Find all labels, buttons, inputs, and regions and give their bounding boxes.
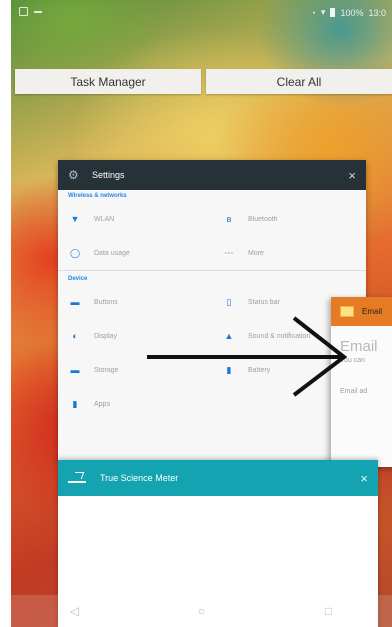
notification-icon [34,10,42,13]
setting-item-label: Battery [248,366,271,374]
setting-item-storage[interactable]: ▬ Storage [58,353,212,387]
data-usage-icon: ◯ [69,247,81,258]
buttons-icon: ▬ [70,297,80,307]
section-divider [58,270,366,271]
clock: 13:0 [368,7,386,18]
email-address-label: Email ad [340,388,368,395]
display-icon: ◐ [72,331,78,341]
email-heading: Email [340,338,378,355]
device-settings-grid: ▬ Buttons ▯ Status bar ◐ Display ▲ Sound… [58,285,366,421]
battery-status-icon [330,8,336,17]
setting-item-wlan[interactable]: ▼ WLAN [58,202,212,236]
storage-icon: ▬ [70,365,80,375]
setting-item-label: Sound & notification [248,332,311,340]
setting-item-label: Apps [94,400,110,408]
status-bar: ◔ ▾ 100% 13:0 [11,0,392,26]
gear-icon: ⚙ [68,168,79,182]
apps-icon: ▮ [72,398,78,409]
close-icon[interactable]: × [348,168,356,183]
setting-item-more[interactable]: ⋯ More [212,236,366,270]
tsm-card-header: True Science Meter × [58,460,378,496]
tsm-card-title: True Science Meter [100,473,179,483]
battery-icon: ▮ [226,364,232,375]
setting-item-apps[interactable]: ▮ Apps [58,387,212,421]
email-card-title: Email [362,307,383,316]
setting-item-label: Buttons [94,298,118,306]
settings-app-card[interactable]: ⚙ Settings × Wireless & networks ▼ WLAN … [58,160,366,460]
setting-item-bluetooth[interactable]: ʙ Bluetooth [212,202,366,236]
setting-item-label: Data usage [94,249,130,257]
settings-card-title: Settings [92,170,125,180]
wireless-settings-grid: ▼ WLAN ʙ Bluetooth ◯ Data usage ⋯ More [58,202,366,270]
signal-icon: ◔ [310,7,316,18]
section-label-device: Device [68,276,88,282]
setting-item-label: Status bar [248,298,280,306]
setting-item-label: Storage [94,366,119,374]
recent-apps-screen: ◔ ▾ 100% 13:0 Task Manager Clear All ⚙ S… [0,0,392,627]
battery-percent: 100% [340,7,364,18]
recents-button[interactable]: □ [309,604,349,618]
setting-item-data-usage[interactable]: ◯ Data usage [58,236,212,270]
wifi-icon: ▼ [70,214,80,224]
section-label-wireless: Wireless & networks [68,193,127,199]
email-app-card[interactable]: Email Email You can Email ad [331,297,392,467]
status-left [19,7,42,16]
navigation-bar: ◁ ○ □ [11,595,392,627]
sound-icon: ▲ [224,331,234,341]
email-subtitle: You can [340,357,366,364]
status-right: ◔ ▾ 100% 13:0 [310,7,386,18]
setting-item-buttons[interactable]: ▬ Buttons [58,285,212,319]
task-manager-button[interactable]: Task Manager [15,69,201,94]
setting-item-label: Display [94,332,117,340]
setting-item-display[interactable]: ◐ Display [58,319,212,353]
recents-toolbar: Task Manager Clear All [15,69,392,94]
close-icon[interactable]: × [360,471,368,486]
envelope-icon [340,306,354,317]
setting-item-label: Bluetooth [248,215,278,223]
status-bar-icon: ▯ [226,296,232,307]
more-icon: ⋯ [224,247,234,258]
bluetooth-icon: ʙ [226,214,232,224]
setting-item-label: More [248,249,264,257]
setting-item-label: WLAN [94,215,115,223]
settings-card-header: ⚙ Settings × [58,160,366,190]
email-card-header: Email [331,297,392,326]
back-button[interactable]: ◁ [55,604,95,618]
wifi-status-icon: ▾ [320,7,326,17]
meter-icon [68,473,86,483]
screenshot-icon [19,7,28,16]
home-button[interactable]: ○ [182,604,222,618]
clear-all-button[interactable]: Clear All [206,69,392,94]
